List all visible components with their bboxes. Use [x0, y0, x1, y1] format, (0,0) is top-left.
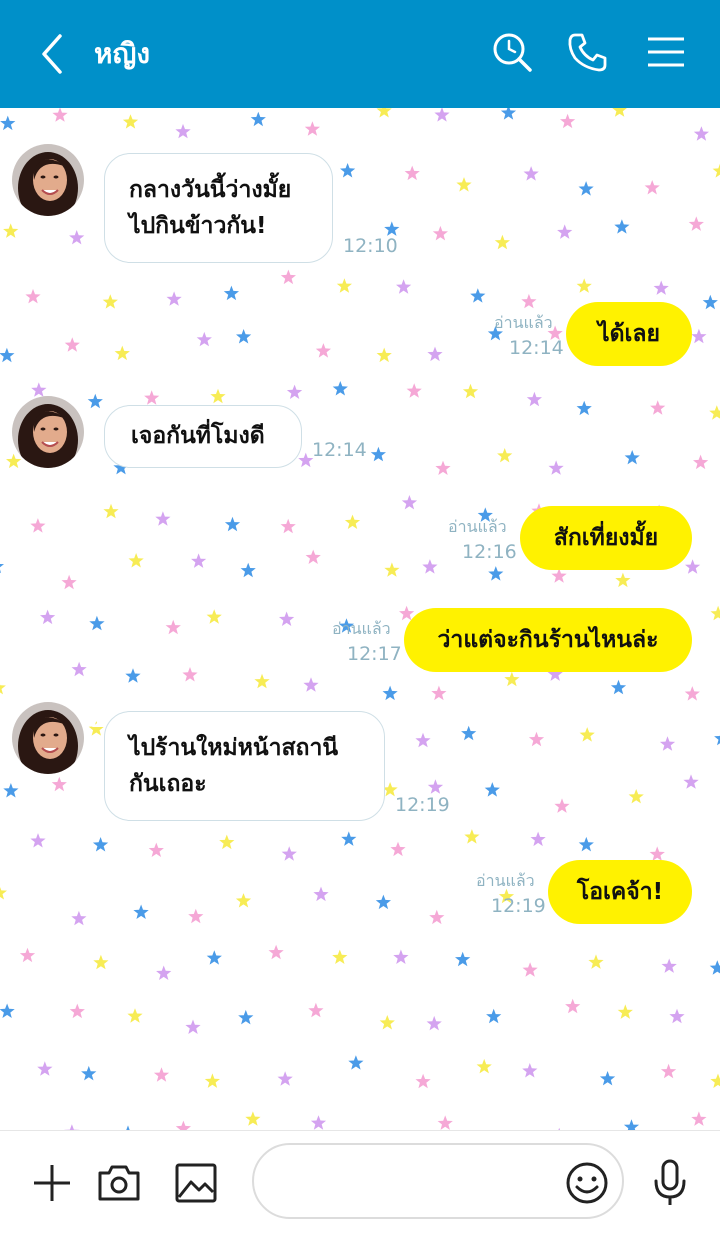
message-time: 12:19	[491, 894, 546, 918]
avatar-photo	[12, 144, 84, 216]
emoji-icon[interactable]	[563, 1159, 611, 1207]
phone-icon[interactable]	[566, 30, 610, 74]
outgoing-message-bubble[interactable]: ได้เลย	[566, 302, 692, 366]
message-time: 12:10	[343, 234, 398, 258]
camera-icon[interactable]	[95, 1159, 143, 1207]
read-receipt: อ่านแล้ว	[448, 517, 507, 537]
message-time: 12:14	[312, 438, 367, 462]
read-receipt: อ่านแล้ว	[476, 871, 535, 891]
message-time: 12:14	[509, 336, 564, 360]
message-composer	[0, 1130, 720, 1233]
outgoing-message-bubble[interactable]: โอเคจ้า!	[548, 860, 692, 924]
message-time: 12:16	[462, 540, 517, 564]
contact-name[interactable]: หญิง	[94, 34, 150, 74]
image-icon[interactable]	[172, 1159, 220, 1207]
incoming-message-bubble[interactable]: เจอกันที่โมงดี	[104, 405, 302, 468]
avatar[interactable]	[12, 144, 84, 216]
message-time: 12:17	[347, 642, 402, 666]
plus-icon[interactable]	[28, 1159, 76, 1207]
incoming-message-bubble[interactable]: ไปร้านใหม่หน้าสถานี กันเถอะ	[104, 711, 385, 821]
avatar[interactable]	[12, 702, 84, 774]
menu-icon[interactable]	[644, 30, 688, 74]
avatar-photo	[12, 396, 84, 468]
incoming-message-bubble[interactable]: กลางวันนี้ว่างมั้ย ไปกินข้าวกัน!	[104, 153, 333, 263]
read-receipt: อ่านแล้ว	[494, 313, 553, 333]
read-receipt: อ่านแล้ว	[332, 619, 391, 639]
chat-area[interactable]: กลางวันนี้ว่างมั้ย ไปกินข้าวกัน! 12:10 อ…	[0, 108, 720, 1130]
search-clock-icon[interactable]	[490, 30, 534, 74]
avatar-photo	[12, 702, 84, 774]
chat-header: หญิง	[0, 0, 720, 108]
chevron-left-icon[interactable]	[34, 30, 74, 78]
microphone-icon[interactable]	[646, 1159, 694, 1207]
message-time: 12:19	[395, 793, 450, 817]
outgoing-message-bubble[interactable]: ว่าแต่จะกินร้านไหนล่ะ	[404, 608, 692, 672]
outgoing-message-bubble[interactable]: สักเที่ยงมั้ย	[520, 506, 692, 570]
avatar[interactable]	[12, 396, 84, 468]
